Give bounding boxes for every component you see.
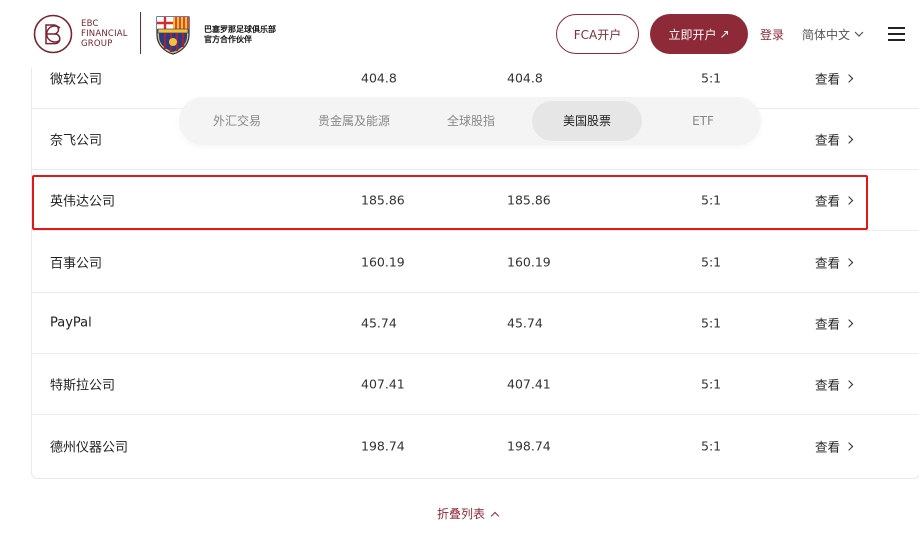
ask-price: 160.19 — [507, 254, 551, 270]
tab-us-stocks[interactable]: 美国股票 — [532, 101, 642, 141]
site-header: EBC FINANCIAL GROUP 巴塞罗那足球俱乐部 官方合作伙伴 FCA… — [0, 0, 919, 68]
stock-name: 奈飞公司 — [50, 133, 103, 149]
leverage: 5:1 — [701, 315, 722, 331]
partner-line: 巴塞罗那足球俱乐部 — [204, 25, 276, 34]
stock-name: PayPal — [50, 315, 92, 331]
logo-line: FINANCIAL — [81, 29, 128, 39]
chevron-right-icon — [844, 380, 854, 389]
table-row: 英伟达公司 185.86 185.86 5:1 查看 — [32, 170, 919, 231]
ask-price: 45.74 — [507, 315, 543, 331]
chevron-up-icon — [490, 511, 500, 520]
tab-global-indices[interactable]: 全球股指 — [415, 101, 527, 141]
leverage: 5:1 — [701, 70, 722, 86]
leverage: 5:1 — [701, 376, 722, 392]
partner-line: 官方合作伙伴 — [204, 35, 252, 44]
hamburger-menu-icon[interactable] — [888, 27, 905, 41]
chevron-right-icon — [844, 441, 854, 451]
leverage: 5:1 — [701, 192, 722, 208]
bid-price: 407.41 — [361, 376, 405, 392]
table-row: 德州仪器公司 198.74 198.74 5:1 查看 — [32, 415, 919, 476]
ask-price: 404.8 — [507, 70, 543, 86]
stock-name: 特斯拉公司 — [50, 378, 116, 394]
view-link[interactable]: 查看 — [815, 130, 854, 149]
view-label: 查看 — [815, 439, 841, 454]
open-account-label: 立即开户 — [668, 27, 717, 42]
tab-forex[interactable]: 外汇交易 — [181, 101, 293, 141]
bid-price: 160.19 — [361, 254, 405, 270]
chevron-right-icon — [844, 74, 854, 83]
logo-text: EBC FINANCIAL GROUP — [81, 19, 128, 49]
ask-price: 185.86 — [507, 192, 551, 208]
view-label: 查看 — [815, 316, 841, 332]
view-label: 查看 — [815, 377, 841, 393]
leverage: 5:1 — [701, 254, 722, 270]
arrow-up-right-icon: ↗ — [719, 27, 730, 41]
ebc-logo-icon[interactable] — [33, 14, 73, 54]
tab-metals-energy[interactable]: 贵金属及能源 — [297, 101, 411, 141]
chevron-down-icon — [854, 31, 864, 37]
view-label: 查看 — [815, 255, 841, 271]
collapse-label: 折叠列表 — [437, 507, 486, 521]
chevron-right-icon — [844, 135, 854, 144]
bid-price: 45.74 — [361, 315, 397, 331]
bid-price: 185.86 — [361, 192, 405, 208]
login-link[interactable]: 登录 — [760, 26, 784, 43]
table-row: PayPal 45.74 45.74 5:1 查看 — [32, 293, 919, 354]
view-link[interactable]: 查看 — [815, 253, 854, 272]
bid-price: 198.74 — [361, 438, 405, 453]
ask-price: 198.74 — [507, 438, 551, 453]
stock-name: 德州仪器公司 — [50, 440, 129, 455]
bid-price: 404.8 — [361, 70, 397, 86]
stock-name: 微软公司 — [50, 72, 103, 88]
open-account-button[interactable]: 立即开户 ↗ — [650, 14, 748, 54]
table-row: 百事公司 160.19 160.19 5:1 查看 — [32, 232, 919, 293]
view-label: 查看 — [815, 193, 841, 209]
view-label: 查看 — [815, 132, 841, 148]
tab-etf[interactable]: ETF — [647, 101, 759, 141]
collapse-list-button[interactable]: 折叠列表 — [437, 505, 500, 522]
view-link[interactable]: 查看 — [815, 314, 854, 333]
language-selector[interactable]: 简体中文 — [802, 26, 864, 43]
view-link[interactable]: 查看 — [815, 436, 854, 455]
logo-line: GROUP — [81, 39, 113, 49]
table-row: 特斯拉公司 407.41 407.41 5:1 查看 — [32, 354, 919, 415]
barcelona-crest-icon — [156, 16, 190, 55]
stock-name: 英伟达公司 — [50, 194, 116, 210]
chevron-right-icon — [844, 196, 854, 205]
ask-price: 407.41 — [507, 376, 551, 392]
logo-line: EBC — [81, 19, 99, 29]
view-link[interactable]: 查看 — [815, 191, 854, 210]
partner-text: 巴塞罗那足球俱乐部 官方合作伙伴 — [204, 25, 276, 45]
logo-divider — [140, 12, 141, 54]
view-link[interactable]: 查看 — [815, 375, 854, 394]
view-link[interactable]: 查看 — [815, 69, 854, 88]
language-label: 简体中文 — [802, 28, 851, 42]
view-label: 查看 — [815, 71, 841, 87]
fca-account-button[interactable]: FCA开户 — [556, 14, 639, 54]
stock-name: 百事公司 — [50, 256, 103, 272]
fca-account-label: FCA开户 — [573, 27, 622, 42]
chevron-right-icon — [844, 319, 854, 328]
leverage: 5:1 — [701, 438, 722, 453]
category-tabs: 外汇交易 贵金属及能源 全球股指 美国股票 ETF — [179, 97, 761, 145]
chevron-right-icon — [844, 258, 854, 267]
